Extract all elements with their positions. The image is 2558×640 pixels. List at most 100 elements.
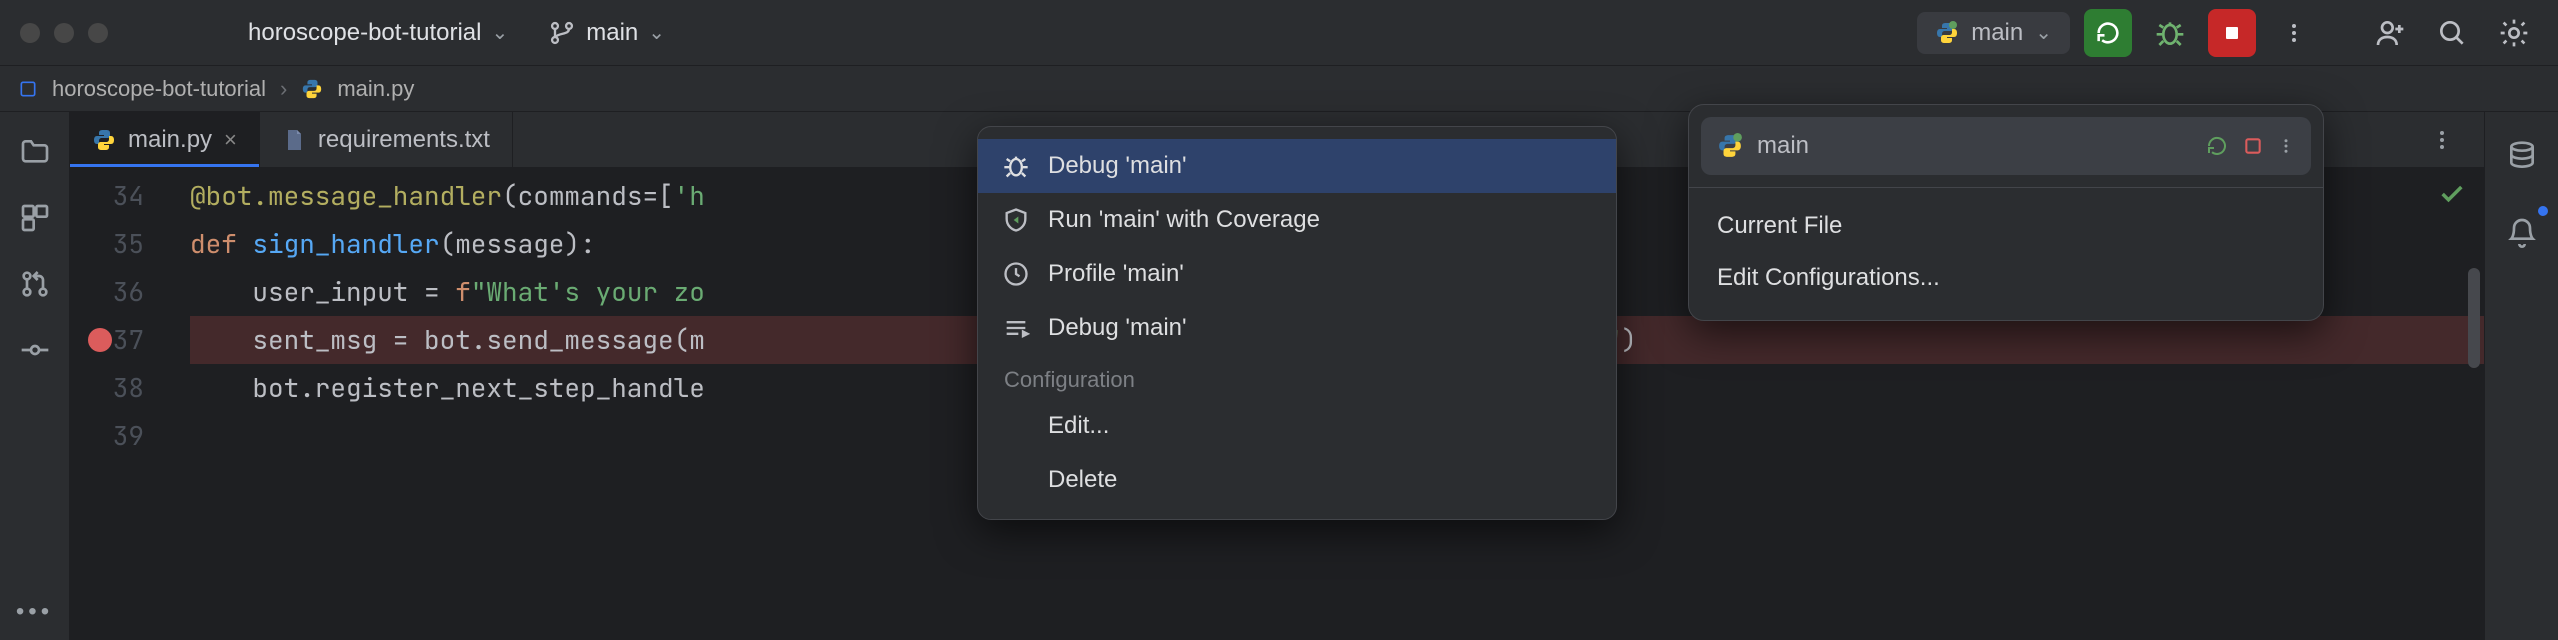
config-item-current-file[interactable]: Current File bbox=[1689, 200, 2323, 252]
menu-item-profile[interactable]: Profile 'main' bbox=[978, 247, 1616, 301]
line-number: 34 bbox=[70, 172, 170, 220]
maximize-window-icon[interactable] bbox=[88, 23, 108, 43]
bug-icon bbox=[2154, 17, 2186, 49]
titlebar-actions: main ⌄ bbox=[1917, 9, 2538, 57]
project-tool-button[interactable] bbox=[15, 132, 55, 172]
line-number-row: 37 bbox=[70, 316, 170, 364]
python-icon bbox=[301, 78, 323, 100]
text-file-icon bbox=[282, 128, 306, 152]
tab-requirements[interactable]: requirements.txt bbox=[260, 112, 513, 167]
config-item-label: Current File bbox=[1717, 212, 1842, 240]
line-gutter: 34 35 36 37 38 39 bbox=[70, 168, 170, 640]
tab-label: requirements.txt bbox=[318, 126, 490, 154]
shield-icon bbox=[1002, 206, 1030, 234]
branch-name: main bbox=[586, 19, 638, 47]
inspection-status-icon[interactable] bbox=[2438, 180, 2466, 208]
python-icon bbox=[1717, 133, 1743, 159]
notification-dot-icon bbox=[2538, 206, 2548, 216]
branch-selector[interactable]: main ⌄ bbox=[548, 19, 665, 47]
menu-item-debug-alt[interactable]: Debug 'main' bbox=[978, 301, 1616, 355]
minimize-window-icon[interactable] bbox=[54, 23, 74, 43]
profile-icon bbox=[1002, 260, 1030, 288]
debug-step-icon bbox=[1002, 314, 1030, 342]
search-button[interactable] bbox=[2428, 9, 2476, 57]
separator bbox=[1689, 187, 2323, 188]
structure-icon bbox=[19, 202, 51, 234]
module-icon bbox=[18, 79, 38, 99]
tab-main[interactable]: main.py × bbox=[70, 112, 260, 167]
menu-item-coverage[interactable]: Run 'main' with Coverage bbox=[978, 193, 1616, 247]
run-context-menu: Debug 'main' Run 'main' with Coverage Pr… bbox=[977, 126, 1617, 520]
gear-icon bbox=[2498, 17, 2530, 49]
right-tool-bar bbox=[2484, 112, 2558, 640]
code-with-me-button[interactable] bbox=[2366, 9, 2414, 57]
breakpoint-icon[interactable] bbox=[88, 328, 112, 352]
config-item-label: Edit Configurations... bbox=[1717, 264, 1940, 292]
menu-item-edit-config[interactable]: Edit... bbox=[978, 399, 1616, 453]
breadcrumb-project[interactable]: horoscope-bot-tutorial bbox=[52, 76, 266, 102]
menu-item-delete-config[interactable]: Delete bbox=[978, 453, 1616, 507]
bug-icon bbox=[1002, 152, 1030, 180]
menu-label: Edit... bbox=[1048, 412, 1109, 440]
kebab-icon[interactable] bbox=[2277, 134, 2295, 158]
line-number: 39 bbox=[70, 412, 170, 460]
stop-icon bbox=[2220, 21, 2244, 45]
folder-icon bbox=[19, 136, 51, 168]
add-user-icon bbox=[2374, 17, 2406, 49]
settings-button[interactable] bbox=[2490, 9, 2538, 57]
menu-label: Run 'main' with Coverage bbox=[1048, 206, 1320, 234]
rerun-button[interactable] bbox=[2084, 9, 2132, 57]
stop-button[interactable] bbox=[2208, 9, 2256, 57]
chevron-down-icon: ⌄ bbox=[491, 20, 508, 45]
python-icon bbox=[92, 128, 116, 152]
kebab-icon bbox=[2430, 128, 2454, 152]
run-config-name: main bbox=[1971, 19, 2023, 47]
activity-bar: ••• bbox=[0, 112, 70, 640]
chevron-down-icon: ⌄ bbox=[648, 20, 665, 45]
close-tab-icon[interactable]: × bbox=[224, 127, 237, 153]
breadcrumb-file[interactable]: main.py bbox=[337, 76, 414, 102]
run-config-popup: main Current File Edit Configurations... bbox=[1688, 104, 2324, 321]
rerun-icon bbox=[2094, 19, 2122, 47]
project-selector[interactable]: horoscope-bot-tutorial ⌄ bbox=[248, 19, 508, 47]
tab-label: main.py bbox=[128, 126, 212, 154]
menu-section-header: Configuration bbox=[978, 355, 1616, 399]
structure-tool-button[interactable] bbox=[15, 198, 55, 238]
menu-label: Profile 'main' bbox=[1048, 260, 1184, 288]
config-item-edit[interactable]: Edit Configurations... bbox=[1689, 252, 2323, 304]
config-row-main[interactable]: main bbox=[1701, 117, 2311, 175]
debug-button[interactable] bbox=[2146, 9, 2194, 57]
python-icon bbox=[1935, 21, 1959, 45]
more-tools-button[interactable]: ••• bbox=[15, 592, 55, 632]
line-number: 35 bbox=[70, 220, 170, 268]
run-config-selector[interactable]: main ⌄ bbox=[1917, 12, 2070, 54]
menu-label: Delete bbox=[1048, 466, 1117, 494]
pull-request-icon bbox=[19, 268, 51, 300]
titlebar: horoscope-bot-tutorial ⌄ main ⌄ main ⌄ bbox=[0, 0, 2558, 66]
database-tool-button[interactable] bbox=[2498, 132, 2546, 180]
menu-item-debug[interactable]: Debug 'main' bbox=[978, 139, 1616, 193]
database-icon bbox=[2506, 140, 2538, 172]
bell-icon bbox=[2506, 216, 2538, 248]
menu-label: Debug 'main' bbox=[1048, 314, 1187, 342]
breadcrumb-separator: › bbox=[280, 76, 287, 102]
scrollbar-thumb[interactable] bbox=[2468, 268, 2480, 368]
notifications-button[interactable] bbox=[2498, 208, 2546, 256]
menu-label: Debug 'main' bbox=[1048, 152, 1187, 180]
chevron-down-icon: ⌄ bbox=[2035, 20, 2052, 45]
window-controls bbox=[20, 23, 108, 43]
stop-icon[interactable] bbox=[2243, 136, 2263, 156]
more-actions-button[interactable] bbox=[2270, 9, 2318, 57]
kebab-icon bbox=[2282, 21, 2306, 45]
rerun-icon[interactable] bbox=[2205, 134, 2229, 158]
branch-icon bbox=[548, 19, 576, 47]
commit-icon bbox=[19, 334, 51, 366]
close-window-icon[interactable] bbox=[20, 23, 40, 43]
line-number: 38 bbox=[70, 364, 170, 412]
ellipsis-icon: ••• bbox=[16, 598, 53, 626]
commit-tool-button[interactable] bbox=[15, 330, 55, 370]
config-name: main bbox=[1757, 132, 1809, 160]
tab-options-button[interactable] bbox=[2418, 116, 2466, 164]
line-number: 36 bbox=[70, 268, 170, 316]
vcs-tool-button[interactable] bbox=[15, 264, 55, 304]
